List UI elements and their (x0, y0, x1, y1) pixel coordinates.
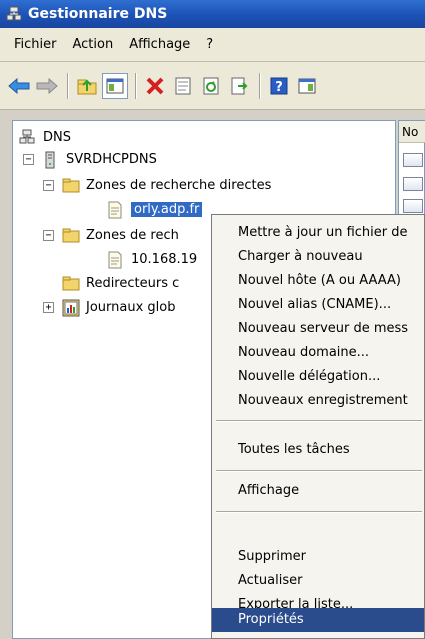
menu-item-new-mail-exchanger[interactable]: Nouveau serveur de mess (212, 317, 424, 341)
server-icon (42, 151, 60, 169)
tree-label: DNS (43, 129, 71, 145)
menu-separator (216, 470, 422, 472)
toolbar-separator (135, 72, 137, 99)
toolbar-separator (67, 72, 69, 99)
menu-separator (216, 511, 422, 513)
tree-label: Zones de recherche directes (86, 177, 272, 193)
menu-item-new-domain[interactable]: Nouveau domaine... (212, 341, 424, 365)
tree-label: SVRDHCPDNS (66, 151, 157, 167)
menu-action[interactable]: Action (65, 37, 122, 52)
column-header-name[interactable]: No (399, 121, 425, 143)
menu-item-delete[interactable]: Supprimer (212, 545, 424, 569)
zone-file-icon (107, 201, 125, 219)
record-icon (403, 177, 423, 191)
record-icon (403, 153, 423, 167)
tree-node-dns[interactable]: DNS (19, 127, 71, 147)
expand-toggle[interactable]: + (43, 301, 54, 313)
collapse-toggle[interactable]: − (43, 179, 54, 191)
folder-icon (62, 227, 80, 243)
menu-bar: Fichier Action Affichage ? (0, 28, 425, 62)
zone-file-icon (107, 251, 125, 269)
folder-icon (62, 177, 80, 193)
tree-node-forward-zones[interactable]: − Zones de recherche directes (43, 175, 271, 195)
collapse-toggle[interactable]: − (43, 229, 54, 241)
tree-node-reverse-zones[interactable]: − Zones de rech (43, 225, 179, 245)
menu-item-update-file[interactable]: Mettre à jour un fichier de (212, 221, 424, 245)
tree-node-server[interactable]: − SVRDHCPDNS (23, 149, 157, 169)
action-pane-icon[interactable] (294, 73, 320, 99)
collapse-toggle[interactable]: − (23, 153, 34, 165)
menu-item-new-host[interactable]: Nouvel hôte (A ou AAAA) (212, 269, 424, 293)
record-icon (403, 199, 423, 213)
toolbar-separator (259, 72, 261, 99)
svg-text:?: ? (275, 80, 283, 95)
back-arrow-icon[interactable] (6, 73, 32, 99)
tree-label-selected: orly.adp.fr (131, 201, 203, 217)
menu-item-all-tasks[interactable]: Toutes les tâches (212, 438, 424, 462)
help-icon[interactable]: ? (266, 73, 292, 99)
tree-node-global-logs[interactable]: + Journaux glob (43, 297, 175, 317)
export-list-icon[interactable] (226, 73, 252, 99)
window-title: Gestionnaire DNS (28, 6, 168, 22)
tree-node-zone-orly[interactable]: orly.adp.fr (107, 199, 203, 219)
menu-item-new-alias[interactable]: Nouvel alias (CNAME)... (212, 293, 424, 317)
dns-app-icon (6, 6, 22, 22)
tree-label: Redirecteurs c (86, 275, 180, 291)
tree-label: Journaux glob (86, 299, 176, 315)
delete-icon[interactable] (142, 73, 168, 99)
forward-arrow-icon[interactable] (34, 73, 60, 99)
show-tree-icon[interactable] (102, 72, 128, 99)
menu-separator (216, 420, 422, 422)
menu-affichage[interactable]: Affichage (121, 37, 198, 52)
tree-node-forwarders[interactable]: Redirecteurs c (62, 273, 179, 293)
title-bar[interactable]: Gestionnaire DNS (0, 0, 425, 28)
menu-item-other-records[interactable]: Nouveaux enregistrement (212, 389, 424, 413)
folder-icon (62, 275, 80, 291)
tree-label: 10.168.19 (131, 251, 198, 267)
menu-item-refresh[interactable]: Actualiser (212, 569, 424, 593)
up-folder-icon[interactable] (74, 73, 100, 99)
menu-fichier[interactable]: Fichier (6, 37, 65, 52)
menu-item-new-delegation[interactable]: Nouvelle délégation... (212, 365, 424, 389)
tree-node-reverse-zone-child[interactable]: 10.168.19 (107, 249, 197, 269)
properties-icon[interactable] (170, 73, 196, 99)
tree-label: Zones de rech (86, 227, 179, 243)
menu-item-properties[interactable]: Propriétés (212, 608, 424, 632)
menu-item-view[interactable]: Affichage (212, 479, 424, 503)
menu-item-reload[interactable]: Charger à nouveau (212, 245, 424, 269)
context-menu: Mettre à jour un fichier de Charger à no… (211, 214, 425, 639)
event-log-icon (62, 299, 80, 317)
menu-help[interactable]: ? (198, 37, 221, 52)
refresh-icon[interactable] (198, 73, 224, 99)
dns-root-icon (19, 129, 37, 145)
toolbar: ? (0, 62, 425, 110)
